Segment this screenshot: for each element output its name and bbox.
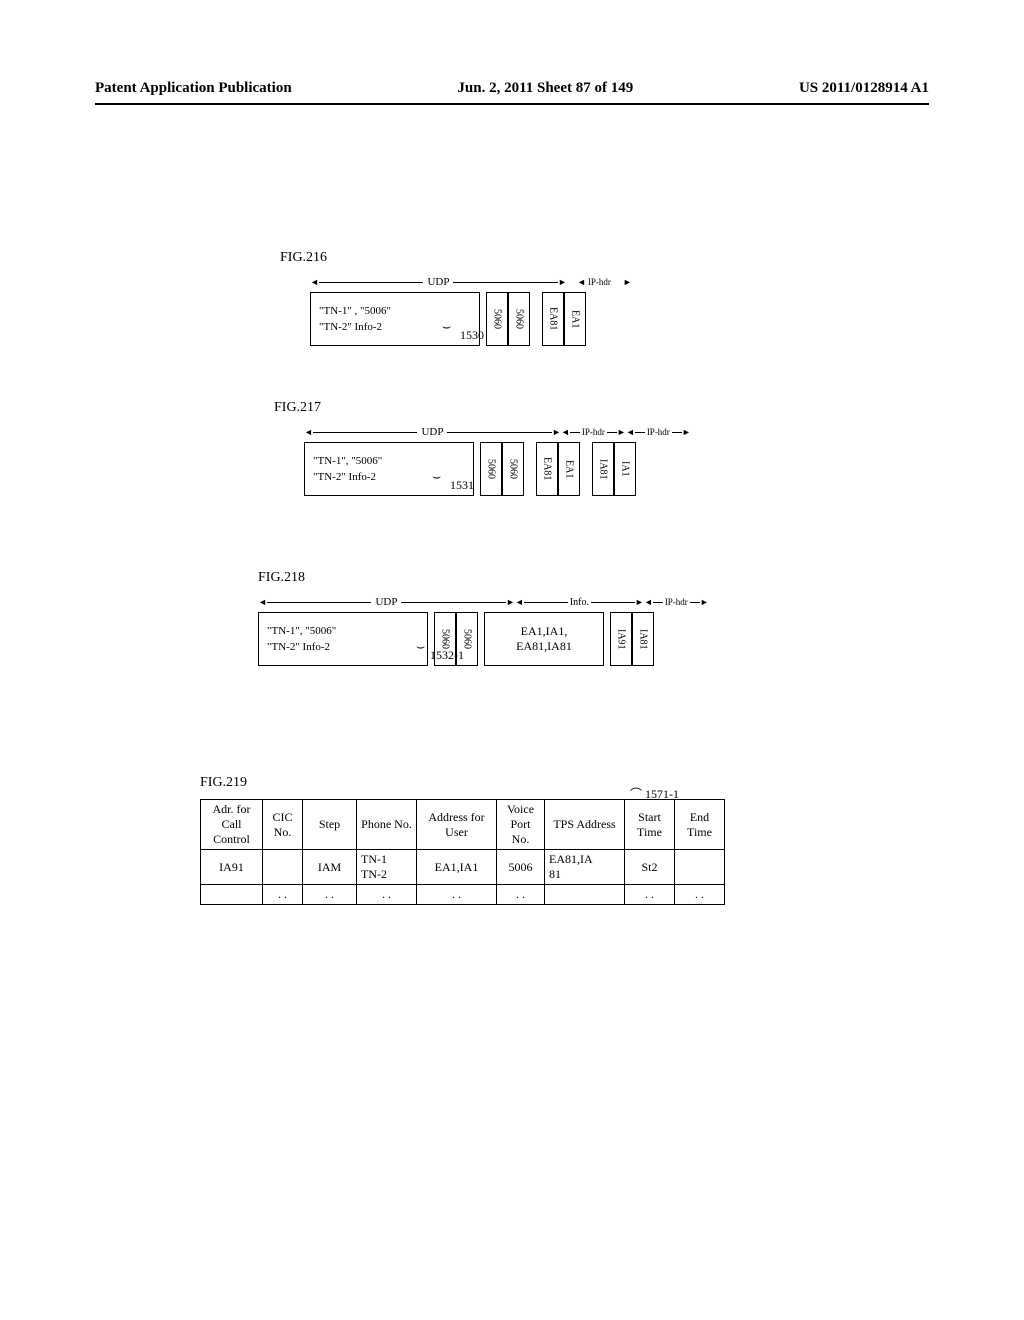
udp-label: UDP: [371, 596, 401, 608]
port-cell: 5060: [502, 442, 524, 496]
iphdr-label: IP-hdr: [580, 427, 607, 437]
packet-217: "TN-1", "5006" "TN-2" Info-2 5060 5060 E…: [304, 442, 691, 496]
cell: [263, 850, 303, 885]
payload: "TN-1", "5006" "TN-2" Info-2: [304, 442, 474, 496]
cell: [201, 885, 263, 905]
iphdr-label: IP-hdr: [663, 597, 690, 607]
addr-cell: IA1: [614, 442, 636, 496]
cell: . .: [357, 885, 417, 905]
info-label: Info.: [568, 597, 591, 608]
ref-curve: ⌣: [442, 320, 451, 336]
payload-line2: "TN-2" Info-2: [267, 639, 419, 656]
udp-label: UDP: [417, 426, 447, 438]
cell: . .: [303, 885, 357, 905]
cell: St2: [625, 850, 675, 885]
cell: EA1,IA1: [417, 850, 497, 885]
th-tps: TPS Address: [545, 800, 625, 850]
payload: "TN-1", "5006" "TN-2" Info-2: [258, 612, 428, 666]
th-phone: Phone No.: [357, 800, 417, 850]
ref-1530: 1530: [460, 328, 484, 343]
fig-218-anno: UDP Info. IP-hdr: [258, 594, 709, 610]
ref-1531: 1531: [450, 478, 474, 493]
iphdr-label: IP-hdr: [586, 277, 613, 287]
ref-curve: ⌣: [416, 640, 425, 656]
port-cell: 5060: [486, 292, 508, 346]
header-center: Jun. 2, 2011 Sheet 87 of 149: [457, 80, 633, 97]
th-start: Start Time: [625, 800, 675, 850]
fig-218-label: FIG.218: [258, 570, 709, 586]
info-cell: EA1,IA1, EA81,IA81: [484, 612, 604, 666]
payload-line1: "TN-1" , "5006": [319, 303, 471, 320]
cell: EA81,IA 81: [545, 850, 625, 885]
th-step: Step: [303, 800, 357, 850]
payload-line1: "TN-1", "5006": [267, 623, 419, 640]
page-header: Patent Application Publication Jun. 2, 2…: [95, 80, 929, 105]
header-left: Patent Application Publication: [95, 80, 292, 97]
payload-line2: "TN-2" Info-2: [313, 469, 465, 486]
packet-218: "TN-1", "5006" "TN-2" Info-2 5060 5060 E…: [258, 612, 709, 666]
port-cell: 5060: [508, 292, 530, 346]
ref-curve: ⌣: [432, 470, 441, 486]
fig-218: FIG.218 UDP Info. IP-hdr "TN-1", "5006" …: [258, 570, 709, 666]
table-header-row: Adr. for Call Control CIC No. Step Phone…: [201, 800, 725, 850]
cell: TN-1 TN-2: [357, 850, 417, 885]
cell: . .: [675, 885, 725, 905]
cell: [545, 885, 625, 905]
fig-217-anno: UDP IP-hdr IP-hdr: [304, 424, 691, 440]
info-line2: EA81,IA81: [516, 639, 572, 654]
cell: . .: [263, 885, 303, 905]
fig-217: FIG.217 UDP IP-hdr IP-hdr "TN-1", "5006"…: [274, 400, 691, 496]
ref-1571-1: ⌒ 1571-1: [630, 785, 679, 802]
th-adr: Adr. for Call Control: [201, 800, 263, 850]
cell: IA91: [201, 850, 263, 885]
table-219: Adr. for Call Control CIC No. Step Phone…: [200, 799, 725, 905]
th-cic: CIC No.: [263, 800, 303, 850]
fig-216: FIG.216 UDP IP-hdr "TN-1" , "5006" "TN-2…: [280, 250, 632, 346]
info-line1: EA1,IA1,: [521, 624, 568, 639]
th-end: End Time: [675, 800, 725, 850]
ref-curve: ⌒: [630, 787, 642, 801]
fig-216-label: FIG.216: [280, 250, 632, 266]
header-right: US 2011/0128914 A1: [799, 80, 929, 97]
addr-cell: EA1: [564, 292, 586, 346]
addr-cell: EA81: [542, 292, 564, 346]
udp-label: UDP: [423, 276, 453, 288]
table-row: . . . . . . . . . . . . . .: [201, 885, 725, 905]
payload-line1: "TN-1", "5006": [313, 453, 465, 470]
iphdr-label2: IP-hdr: [645, 427, 672, 437]
addr-cell: EA1: [558, 442, 580, 496]
addr-cell: IA81: [592, 442, 614, 496]
th-voice: Voice Port No.: [497, 800, 545, 850]
addr-cell: EA81: [536, 442, 558, 496]
cell: [675, 850, 725, 885]
fig-217-label: FIG.217: [274, 400, 691, 416]
ref-1532-1: 1532-1: [430, 648, 464, 663]
fig-219: FIG.219 ⌒ 1571-1 Adr. for Call Control C…: [200, 775, 725, 905]
addr-cell: IA81: [632, 612, 654, 666]
port-cell: 5060: [480, 442, 502, 496]
fig-216-anno: UDP IP-hdr: [310, 274, 632, 290]
cell: . .: [417, 885, 497, 905]
addr-cell: IA91: [610, 612, 632, 666]
cell: . .: [625, 885, 675, 905]
payload: "TN-1" , "5006" "TN-2" Info-2: [310, 292, 480, 346]
cell: IAM: [303, 850, 357, 885]
cell: 5006: [497, 850, 545, 885]
cell: . .: [497, 885, 545, 905]
th-addr-user: Address for User: [417, 800, 497, 850]
table-row: IA91 IAM TN-1 TN-2 EA1,IA1 5006 EA81,IA …: [201, 850, 725, 885]
